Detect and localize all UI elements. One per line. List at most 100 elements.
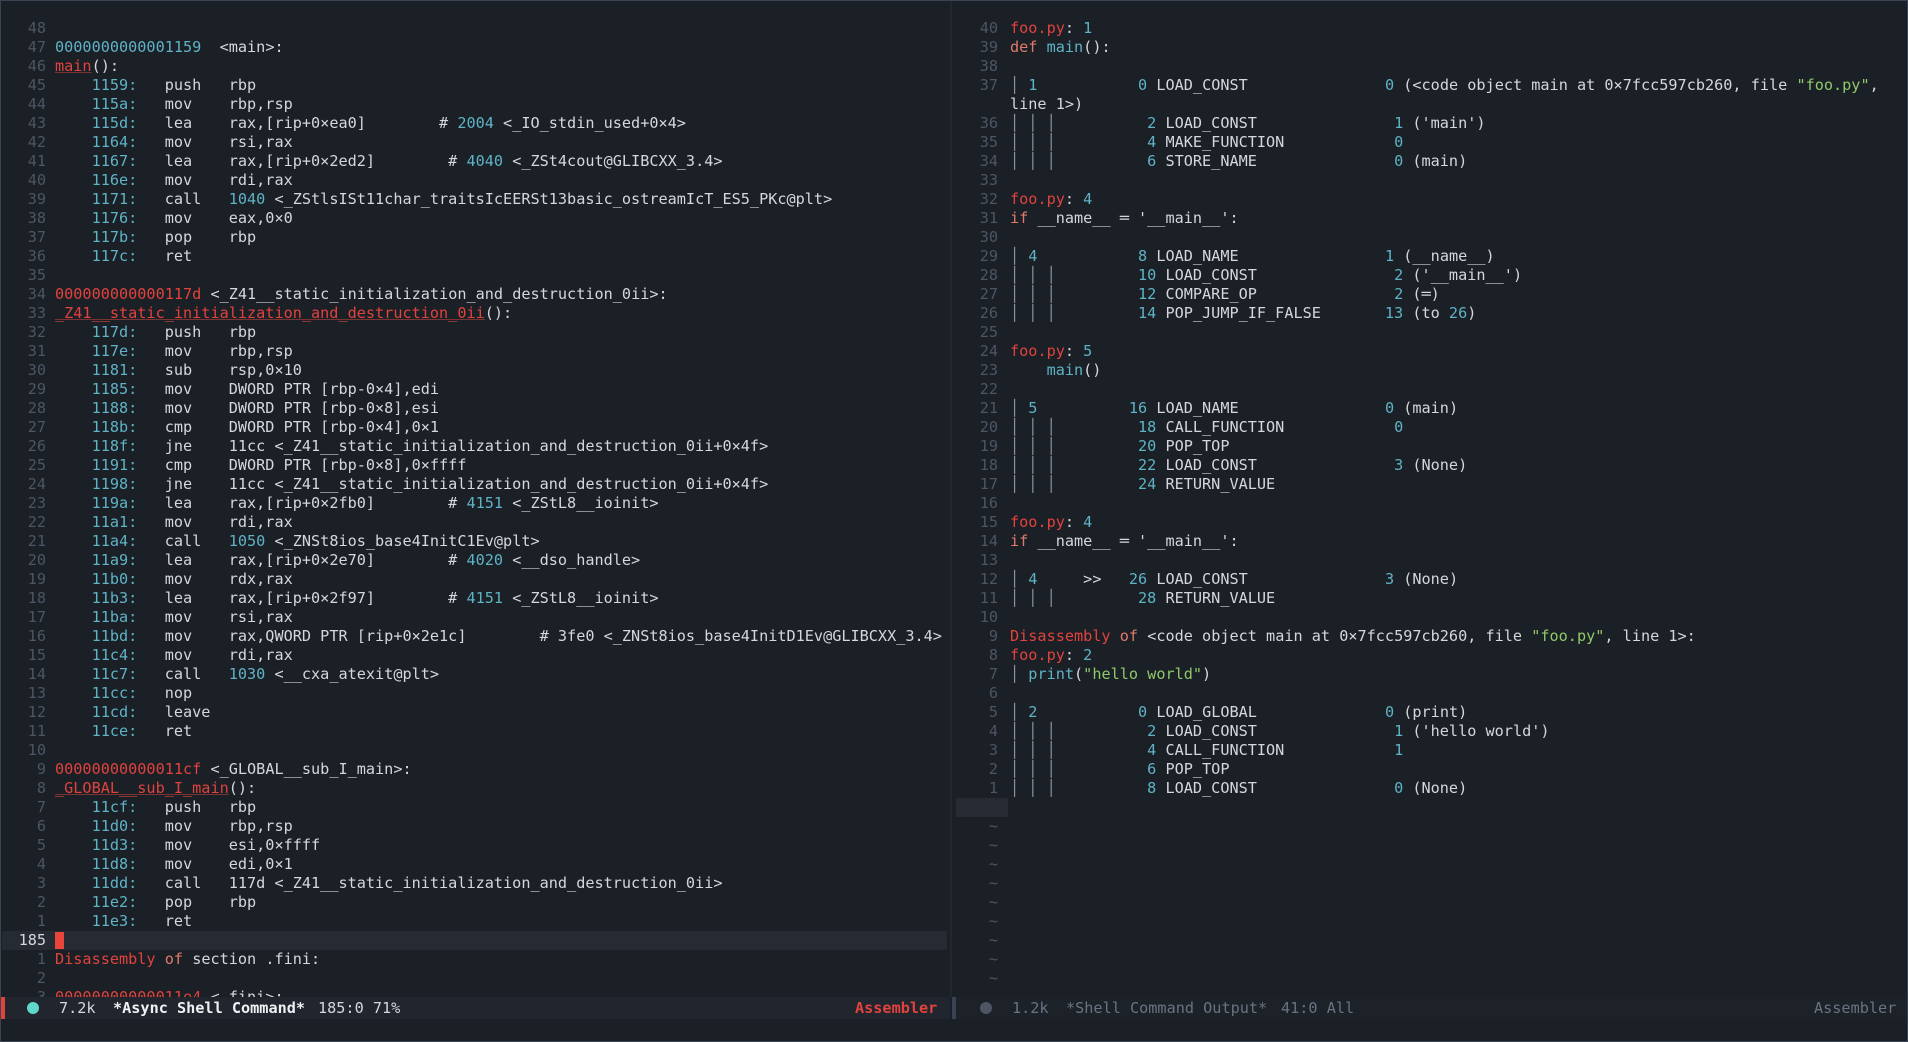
code-line[interactable]: 43 115d: lea rax,[rip+0×ea0] # 2004 <_IO… <box>2 114 947 133</box>
code-line[interactable]: 6 <box>956 684 1907 703</box>
code-line[interactable]: 3 00000000000011e4 <_fini>: <box>2 988 947 997</box>
code-line[interactable]: 44 115a: mov rbp,rsp <box>2 95 947 114</box>
buffer-name[interactable]: *Async Shell Command* <box>113 999 305 1017</box>
code-line[interactable]: 1 │ │ │ 8 LOAD_CONST 0 (None) <box>956 779 1907 798</box>
code-line[interactable]: 35 │ │ │ 4 MAKE_FUNCTION 0 <box>956 133 1907 152</box>
code-line[interactable]: 34 │ │ │ 6 STORE_NAME 0 (main) <box>956 152 1907 171</box>
code-line[interactable]: 23 main() <box>956 361 1907 380</box>
code-line[interactable]: 46 main(): <box>2 57 947 76</box>
code-line[interactable]: 6 11d0: mov rbp,rsp <box>2 817 947 836</box>
code-line[interactable]: 37 │ 1 0 LOAD_CONST 0 (<code object main … <box>956 76 1907 95</box>
code-line[interactable]: 25 1191: cmp DWORD PTR [rbp-0×8],0×ffff <box>2 456 947 475</box>
code-line[interactable]: 10 <box>2 741 947 760</box>
modeline-right[interactable]: 1.2k *Shell Command Output* 41:0 All Ass… <box>952 997 1907 1019</box>
code-line[interactable]: 23 119a: lea rax,[rip+0×2fb0] # 4151 <_Z… <box>2 494 947 513</box>
code-line[interactable]: 30 <box>956 228 1907 247</box>
code-line[interactable]: 3 11dd: call 117d <_Z41__static_initiali… <box>2 874 947 893</box>
major-mode[interactable]: Assembler <box>855 999 937 1017</box>
code-line[interactable]: 39 def main(): <box>956 38 1907 57</box>
empty-line-marker[interactable]: ~ <box>956 893 1907 912</box>
code-line[interactable]: 11 │ │ │ 28 RETURN_VALUE <box>956 589 1907 608</box>
empty-line-marker[interactable]: ~ <box>956 855 1907 874</box>
code-line[interactable]: 8 _GLOBAL__sub_I_main(): <box>2 779 947 798</box>
code-line[interactable]: 16 <box>956 494 1907 513</box>
code-line[interactable]: 11 11ce: ret <box>2 722 947 741</box>
code-line[interactable]: 1 Disassembly of section .fini: <box>2 950 947 969</box>
code-line[interactable]: 28 │ │ │ 10 LOAD_CONST 2 ('__main__') <box>956 266 1907 285</box>
modeline-left[interactable]: 7.2k *Async Shell Command* 185:0 71% Ass… <box>1 997 950 1033</box>
code-line[interactable]: 20 │ │ │ 18 CALL_FUNCTION 0 <box>956 418 1907 437</box>
code-line[interactable]: 38 <box>956 57 1907 76</box>
code-line[interactable]: 29 1185: mov DWORD PTR [rbp-0×4],edi <box>2 380 947 399</box>
code-line[interactable]: 17 │ │ │ 24 RETURN_VALUE <box>956 475 1907 494</box>
code-line[interactable]: 185 <box>2 931 947 950</box>
code-line[interactable]: 27 │ │ │ 12 COMPARE_OP 2 (═) <box>956 285 1907 304</box>
code-line[interactable]: 41 1167: lea rax,[rip+0×2ed2] # 4040 <_Z… <box>2 152 947 171</box>
empty-line-marker[interactable]: ~ <box>956 817 1907 836</box>
code-line[interactable]: 34 000000000000117d <_Z41__static_initial… <box>2 285 947 304</box>
code-line[interactable]: 48 <box>2 19 947 38</box>
code-line[interactable]: 7 11cf: push rbp <box>2 798 947 817</box>
code-line[interactable]: 21 │ 5 16 LOAD_NAME 0 (main) <box>956 399 1907 418</box>
window-divider[interactable] <box>950 1 952 1041</box>
code-line[interactable]: 36 117c: ret <box>2 247 947 266</box>
code-line[interactable]: 8 foo.py: 2 <box>956 646 1907 665</box>
code-line[interactable]: 24 foo.py: 5 <box>956 342 1907 361</box>
code-line[interactable]: 27 118b: cmp DWORD PTR [rbp-0×4],0×1 <box>2 418 947 437</box>
code-line[interactable]: 9 Disassembly of <code object main at 0×7… <box>956 627 1907 646</box>
code-line[interactable]: 13 11cc: nop <box>2 684 947 703</box>
code-line[interactable]: 35 <box>2 266 947 285</box>
code-line[interactable]: 15 foo.py: 4 <box>956 513 1907 532</box>
code-line[interactable]: 22 11a1: mov rdi,rax <box>2 513 947 532</box>
code-line[interactable]: 42 1164: mov rsi,rax <box>2 133 947 152</box>
code-line[interactable]: 12 │ 4 >> 26 LOAD_CONST 3 (None) <box>956 570 1907 589</box>
code-line[interactable]: 7 │ print("hello world") <box>956 665 1907 684</box>
code-line[interactable]: 19 │ │ │ 20 POP_TOP <box>956 437 1907 456</box>
code-line[interactable]: 45 1159: push rbp <box>2 76 947 95</box>
code-line[interactable]: 40 116e: mov rdi,rax <box>2 171 947 190</box>
code-line[interactable]: 18 │ │ │ 22 LOAD_CONST 3 (None) <box>956 456 1907 475</box>
code-line[interactable]: 10 <box>956 608 1907 627</box>
code-line[interactable]: 5 │ 2 0 LOAD_GLOBAL 0 (print) <box>956 703 1907 722</box>
code-line[interactable]: line 1>) <box>956 95 1907 114</box>
code-line[interactable]: 2 11e2: pop rbp <box>2 893 947 912</box>
code-line[interactable]: 25 <box>956 323 1907 342</box>
code-line[interactable]: 22 <box>956 380 1907 399</box>
code-line[interactable]: 9 00000000000011cf <_GLOBAL__sub_I_main>: <box>2 760 947 779</box>
code-line[interactable]: 36 │ │ │ 2 LOAD_CONST 1 ('main') <box>956 114 1907 133</box>
code-line[interactable]: 32 foo.py: 4 <box>956 190 1907 209</box>
code-line[interactable]: 2 <box>2 969 947 988</box>
code-line[interactable]: 31 117e: mov rbp,rsp <box>2 342 947 361</box>
code-line[interactable]: 26 │ │ │ 14 POP_JUMP_IF_FALSE 13 (to 26) <box>956 304 1907 323</box>
code-line[interactable]: 37 117b: pop rbp <box>2 228 947 247</box>
code-line[interactable]: 13 <box>956 551 1907 570</box>
code-line[interactable]: 38 1176: mov eax,0×0 <box>2 209 947 228</box>
code-line[interactable]: 4 11d8: mov edi,0×1 <box>2 855 947 874</box>
code-line[interactable]: 3 │ │ │ 4 CALL_FUNCTION 1 <box>956 741 1907 760</box>
code-line[interactable]: 20 11a9: lea rax,[rip+0×2e70] # 4020 <__… <box>2 551 947 570</box>
code-line[interactable]: 5 11d3: mov esi,0×ffff <box>2 836 947 855</box>
code-line[interactable]: 47 0000000000001159 <main>: <box>2 38 947 57</box>
empty-line-marker[interactable]: ~ <box>956 874 1907 893</box>
code-line[interactable]: 32 117d: push rbp <box>2 323 947 342</box>
code-line[interactable]: 33 _Z41__static_initialization_and_destru… <box>2 304 947 323</box>
empty-line-marker[interactable]: ~ <box>956 836 1907 855</box>
code-line[interactable]: 16 11bd: mov rax,QWORD PTR [rip+0×2e1c] … <box>2 627 947 646</box>
code-line[interactable]: 31 if __name__ ═ '__main__': <box>956 209 1907 228</box>
empty-line-marker[interactable]: ~ <box>956 931 1907 950</box>
code-line[interactable]: 26 118f: jne 11cc <_Z41__static_initiali… <box>2 437 947 456</box>
code-line[interactable]: 12 11cd: leave <box>2 703 947 722</box>
code-line[interactable]: 14 if __name__ ═ '__main__': <box>956 532 1907 551</box>
code-line[interactable]: 21 11a4: call 1050 <_ZNSt8ios_base4InitC… <box>2 532 947 551</box>
code-line[interactable]: 30 1181: sub rsp,0×10 <box>2 361 947 380</box>
empty-line-marker[interactable]: ~ <box>956 950 1907 969</box>
code-line[interactable]: 28 1188: mov DWORD PTR [rbp-0×8],esi <box>2 399 947 418</box>
empty-line-marker[interactable]: ~ <box>956 969 1907 988</box>
code-line[interactable]: 2 │ │ │ 6 POP_TOP <box>956 760 1907 779</box>
code-line[interactable]: 4 │ │ │ 2 LOAD_CONST 1 ('hello world') <box>956 722 1907 741</box>
code-line[interactable]: 40 foo.py: 1 <box>956 19 1907 38</box>
empty-line-marker[interactable]: ~ <box>956 912 1907 931</box>
async-shell-command-buffer[interactable]: 48 47 0000000000001159 <main>: 46 main(): 45 … <box>2 19 947 997</box>
code-line[interactable]: 19 11b0: mov rdx,rax <box>2 570 947 589</box>
code-line[interactable]: 1 11e3: ret <box>2 912 947 931</box>
